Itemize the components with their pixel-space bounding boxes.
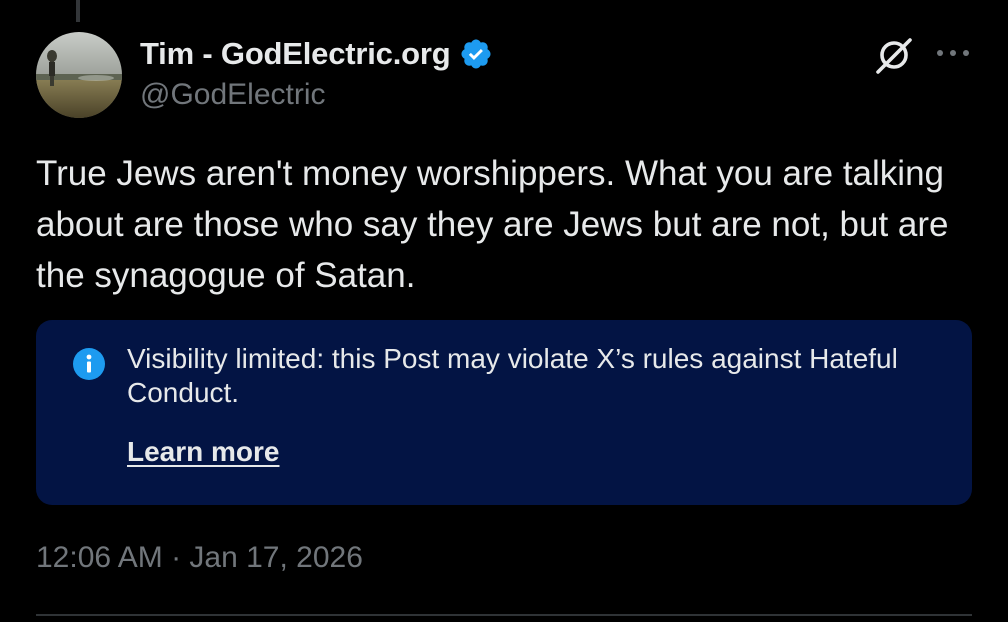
visibility-limited-notice: Visibility limited: this Post may violat… — [36, 320, 972, 505]
post-timestamp[interactable]: 12:06 AM · Jan 17, 2026 — [36, 541, 363, 575]
notice-text: Visibility limited: this Post may violat… — [127, 343, 898, 408]
learn-more-link[interactable]: Learn more — [127, 435, 280, 469]
author-handle[interactable]: @GodElectric — [140, 78, 326, 112]
author-display-name[interactable]: Tim - GodElectric.org — [140, 36, 451, 72]
more-options-icon[interactable] — [934, 40, 972, 66]
verified-badge-icon[interactable] — [459, 37, 493, 71]
divider — [36, 614, 972, 616]
avatar[interactable] — [36, 32, 122, 118]
grok-icon[interactable] — [873, 34, 915, 76]
avatar-image — [36, 32, 122, 118]
info-icon — [72, 347, 106, 381]
post-text: True Jews aren't money worshippers. What… — [36, 154, 949, 295]
author-name-row[interactable]: Tim - GodElectric.org — [140, 34, 493, 74]
thread-connector-line — [76, 0, 80, 22]
